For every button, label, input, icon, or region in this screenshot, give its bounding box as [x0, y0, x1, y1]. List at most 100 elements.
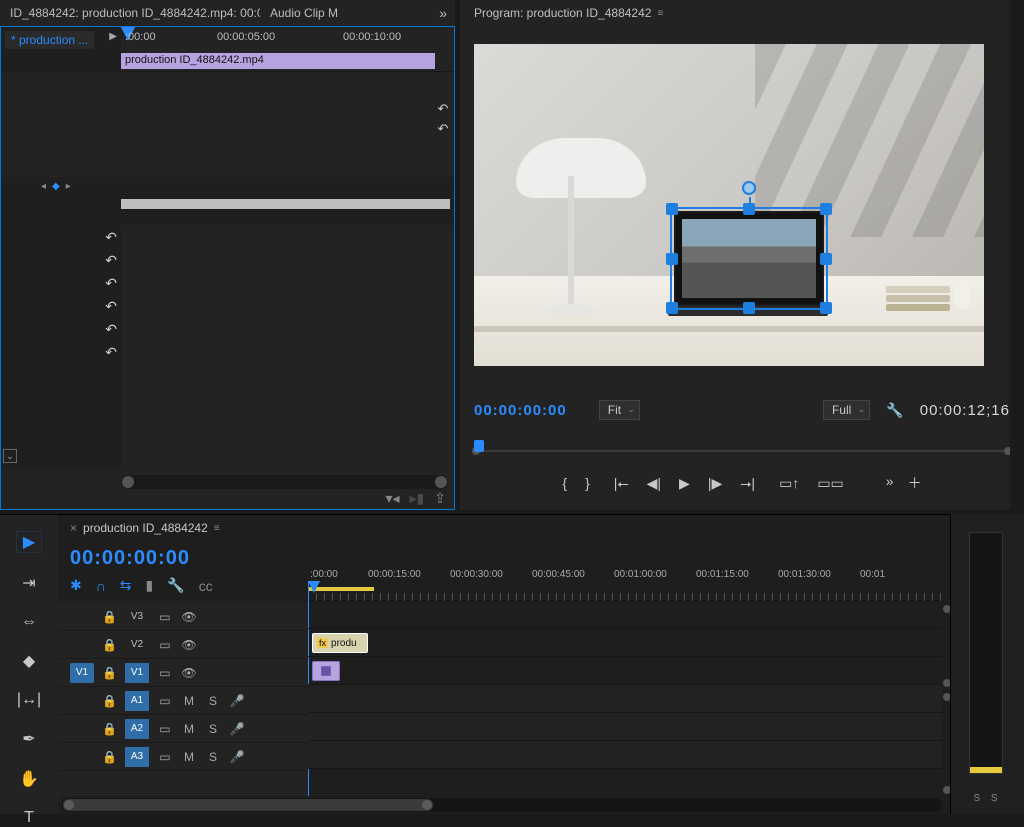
meter-solo-labels[interactable]: S S	[951, 793, 1024, 804]
timeline-hscroll[interactable]	[62, 798, 942, 812]
resize-handle[interactable]	[743, 203, 755, 215]
source-tab-clip[interactable]: ID_4884242: production ID_4884242.mp4: 0…	[0, 0, 260, 26]
export-frame-icon[interactable]: ⇪	[434, 490, 446, 507]
track-header-v3[interactable]: 🔒 V3 ▭ 👁	[58, 603, 308, 631]
track-select-tool-icon[interactable]: ⇥	[16, 573, 42, 593]
resize-handle[interactable]	[820, 203, 832, 215]
track-a1[interactable]	[308, 685, 942, 713]
solo-icon[interactable]: S	[205, 750, 221, 764]
track-header-a2[interactable]: 🔒 A2 ▭ M S 🎤	[58, 715, 308, 743]
mute-icon[interactable]: M	[181, 722, 197, 736]
razor-tool-icon[interactable]: ◆	[16, 651, 42, 671]
go-to-in-icon[interactable]: |⭠	[614, 475, 629, 492]
program-timecode-current[interactable]: 00:00:00:00	[474, 402, 567, 419]
source-patch[interactable]: V1	[70, 663, 94, 683]
solo-icon[interactable]: S	[205, 694, 221, 708]
source-clip[interactable]: production ID_4884242.mp4	[121, 53, 435, 69]
undo-icon[interactable]: ↶	[105, 252, 117, 269]
hand-tool-icon[interactable]: ✋	[16, 769, 42, 789]
toggle-output-icon[interactable]: ▭	[157, 722, 173, 736]
insert-mode-icon[interactable]: ✱	[70, 577, 82, 594]
scrub-playhead-icon[interactable]	[474, 440, 484, 452]
lock-icon[interactable]: 🔒	[102, 722, 117, 736]
anchor-point-icon[interactable]	[742, 181, 756, 195]
undo-icon[interactable]: ↶	[105, 229, 117, 246]
extract-icon[interactable]: ▭▭	[817, 475, 843, 492]
undo-icon[interactable]: ↶	[105, 344, 117, 361]
selection-tool-icon[interactable]: ▶	[16, 531, 42, 553]
insert-icon[interactable]: ▸▮	[410, 490, 425, 507]
mark-in-icon[interactable]: {	[562, 475, 567, 491]
lift-icon[interactable]: ▭↑	[779, 475, 799, 492]
keyframe-add-icon[interactable]: ◆	[52, 181, 60, 192]
lock-icon[interactable]: 🔒	[102, 638, 117, 652]
track-label[interactable]: V3	[125, 607, 149, 627]
close-icon[interactable]: ×	[70, 521, 77, 535]
track-label[interactable]: A3	[125, 747, 149, 767]
track-label[interactable]: V1	[125, 663, 149, 683]
mute-icon[interactable]: M	[181, 694, 197, 708]
toggle-output-icon[interactable]: ▭	[157, 750, 173, 764]
undo-icon[interactable]: ↶	[105, 321, 117, 338]
overflow-icon[interactable]: »	[886, 473, 894, 493]
filter-icon[interactable]: ▾◂	[385, 490, 399, 507]
zoom-select[interactable]: Fit⌄	[599, 400, 640, 420]
voiceover-icon[interactable]: 🎤	[229, 750, 245, 764]
track-header-v2[interactable]: 🔒 V2 ▭ 👁	[58, 631, 308, 659]
add-button-icon[interactable]: ＋	[908, 473, 922, 493]
type-tool-icon[interactable]: T	[16, 809, 42, 827]
track-label[interactable]: A1	[125, 691, 149, 711]
audio-meter[interactable]	[969, 532, 1003, 774]
ripple-edit-tool-icon[interactable]: ⇔	[16, 613, 42, 631]
undo-icon[interactable]: ↶	[105, 298, 117, 315]
timeline-tracks[interactable]: :00:00 00:00:15:00 00:00:30:00 00:00:45:…	[308, 567, 942, 796]
timeline-clip-v1[interactable]	[312, 661, 340, 681]
source-ruler[interactable]: :00:00 00:00:05:00 00:00:10:00 productio…	[121, 27, 454, 72]
eye-icon[interactable]: 👁	[181, 638, 197, 652]
settings-icon[interactable]: 🔧	[167, 577, 184, 594]
source-sequence-tab[interactable]: * production ...	[5, 31, 94, 49]
track-header-a1[interactable]: 🔒 A1 ▭ M S 🎤	[58, 687, 308, 715]
pen-tool-icon[interactable]: ✒	[16, 729, 42, 749]
undo-icon[interactable]: ↶	[434, 101, 452, 117]
toggle-output-icon[interactable]: ▭	[157, 610, 173, 624]
mark-out-icon[interactable]: }	[585, 475, 590, 491]
track-label[interactable]: A2	[125, 719, 149, 739]
panel-menu-icon[interactable]: ≡	[657, 8, 663, 19]
track-header-a3[interactable]: 🔒 A3 ▭ M S 🎤	[58, 743, 308, 771]
resolution-select[interactable]: Full⌄	[823, 400, 870, 420]
lock-icon[interactable]: 🔒	[102, 750, 117, 764]
slip-tool-icon[interactable]: |↔|	[16, 691, 42, 709]
resize-handle[interactable]	[743, 302, 755, 314]
track-v1[interactable]	[308, 657, 942, 685]
resize-handle[interactable]	[666, 302, 678, 314]
undo-icon[interactable]: ↶	[434, 121, 452, 137]
track-v3[interactable]	[308, 601, 942, 629]
lock-icon[interactable]: 🔒	[102, 610, 117, 624]
work-area-bar[interactable]	[308, 587, 374, 591]
snap-icon[interactable]: ∩	[96, 578, 106, 594]
undo-icon[interactable]: ↶	[105, 275, 117, 292]
step-back-icon[interactable]: ◀|	[647, 475, 661, 492]
keyframe-prev-icon[interactable]: ◂	[41, 181, 46, 192]
solo-icon[interactable]: S	[205, 722, 221, 736]
linked-selection-icon[interactable]: ⇆	[120, 577, 132, 594]
timeline-ruler[interactable]: :00:00 00:00:15:00 00:00:30:00 00:00:45:…	[308, 567, 942, 601]
step-forward-icon[interactable]: |▶	[708, 475, 722, 492]
program-monitor[interactable]	[474, 44, 984, 366]
track-label[interactable]: V2	[125, 635, 149, 655]
mute-icon[interactable]: M	[181, 750, 197, 764]
resize-handle[interactable]	[666, 203, 678, 215]
track-a3[interactable]	[308, 741, 942, 769]
go-to-out-icon[interactable]: ⭢|	[740, 475, 755, 492]
resize-handle[interactable]	[666, 253, 678, 265]
play-icon[interactable]: ▶	[109, 31, 117, 42]
toggle-output-icon[interactable]: ▭	[157, 666, 173, 680]
program-scrubber[interactable]	[474, 432, 1010, 460]
timeline-sequence-tab[interactable]: production ID_4884242	[83, 521, 208, 535]
motion-selection-box[interactable]	[670, 207, 828, 310]
lock-icon[interactable]: 🔒	[102, 694, 117, 708]
marker-icon[interactable]: ▮	[146, 577, 154, 594]
keyframe-next-icon[interactable]: ▸	[66, 181, 71, 192]
settings-icon[interactable]: 🔧	[886, 402, 903, 419]
